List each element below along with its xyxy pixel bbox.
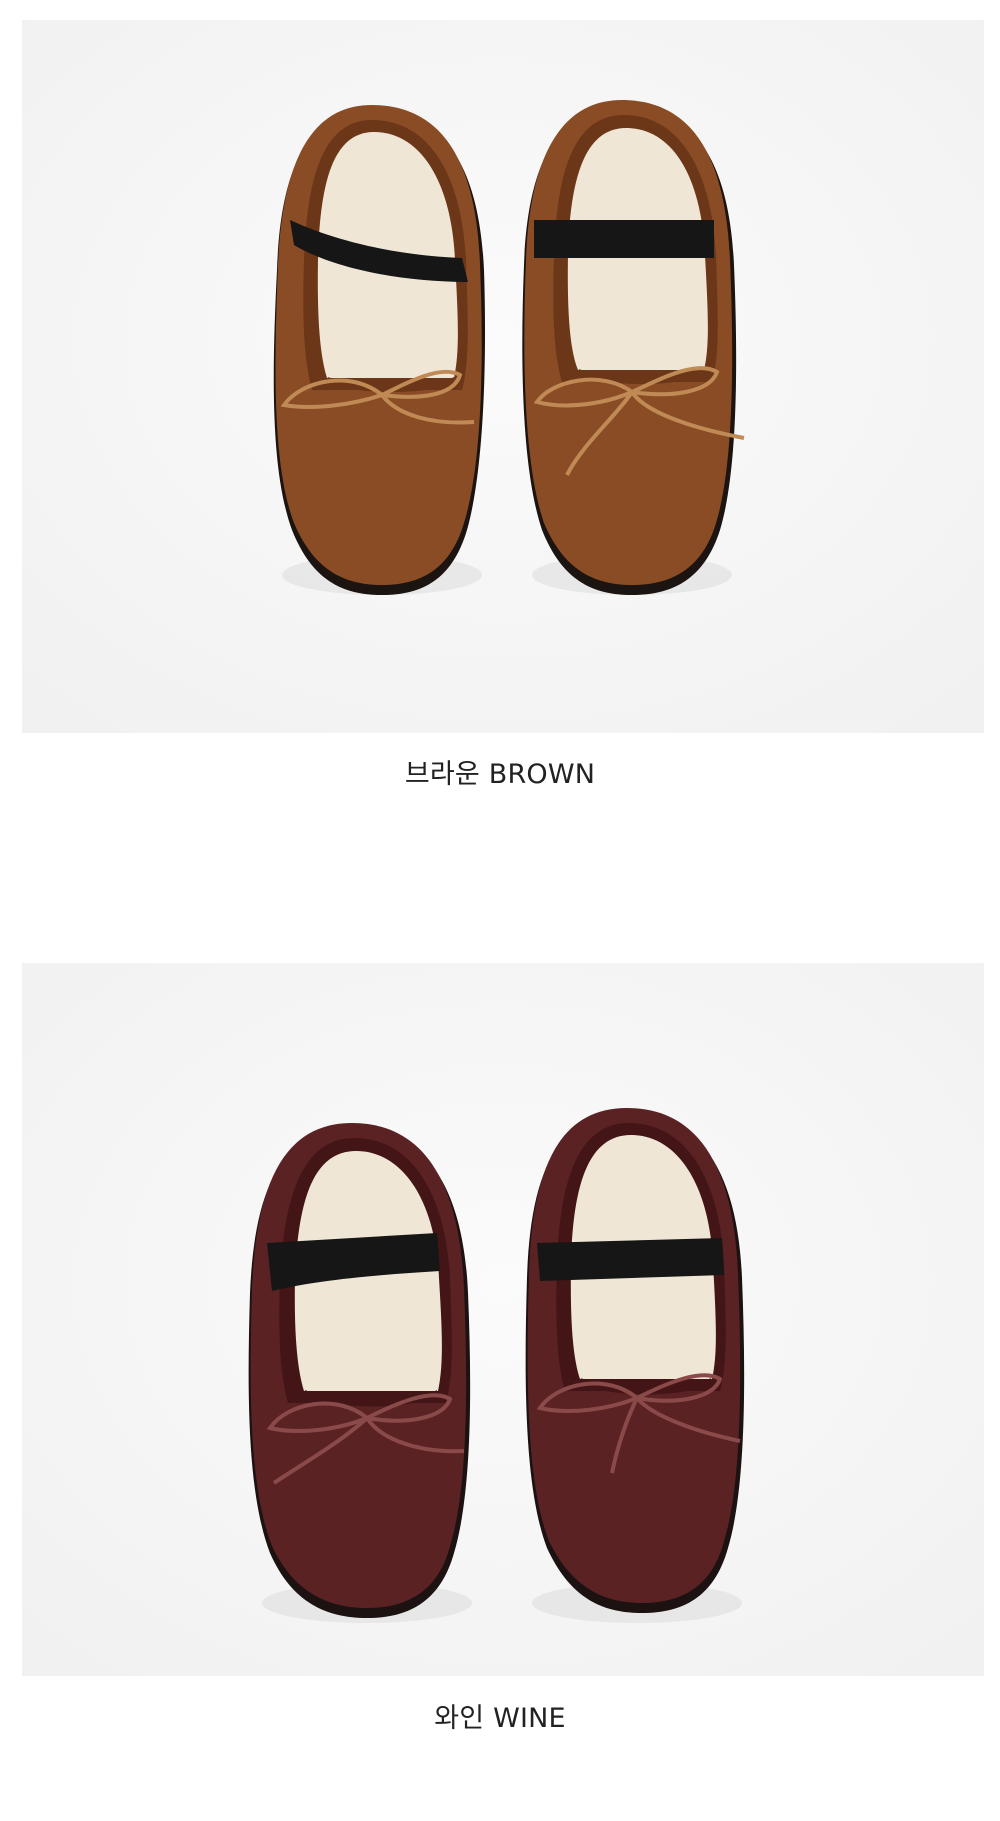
left-shoe <box>273 105 486 595</box>
product-photo-wine <box>22 963 984 1676</box>
product-photo-brown <box>22 20 984 733</box>
color-caption-wine: 와인 WINE <box>434 1703 566 1734</box>
right-shoe <box>525 1108 745 1623</box>
product-detail-page: 브라운 BROWN 와인 WINE <box>0 0 1000 1821</box>
brown-ballet-mules-image <box>22 20 984 733</box>
left-shoe <box>248 1123 472 1623</box>
wine-ballet-mules-image <box>22 963 984 1676</box>
right-shoe <box>522 100 745 595</box>
color-caption-brown: 브라운 BROWN <box>404 759 596 790</box>
